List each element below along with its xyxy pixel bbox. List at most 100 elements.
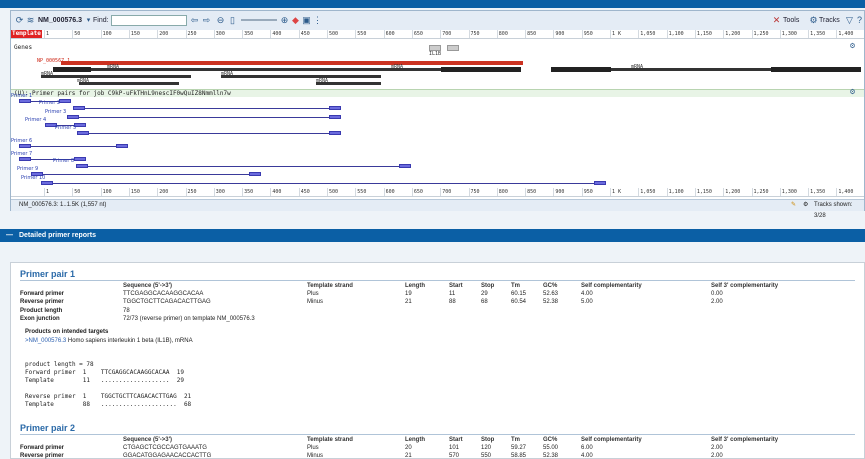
- ruler-label: 1,250: [753, 189, 769, 195]
- pair2-title: Primer pair 2: [20, 423, 76, 433]
- forward-primer-arrow[interactable]: [73, 106, 85, 110]
- ruler-tick: [411, 188, 413, 196]
- primer-label[interactable]: Primer 3: [45, 109, 66, 115]
- ruler-label: 1,200: [725, 189, 741, 195]
- reverse-primer-arrow[interactable]: [594, 181, 606, 185]
- reverse-primer-arrow[interactable]: [249, 172, 261, 176]
- forward-primer-start: 11: [449, 291, 456, 297]
- find-input[interactable]: [111, 15, 187, 26]
- collapse-icon[interactable]: —: [6, 232, 13, 239]
- primer-label[interactable]: Primer 5: [55, 125, 76, 131]
- help-icon[interactable]: ?: [854, 15, 865, 26]
- forward-primer-strand: Plus: [307, 291, 319, 297]
- track-settings-icon[interactable]: ⚙: [847, 41, 858, 52]
- ruler-tick: [638, 188, 640, 196]
- mrna-feature[interactable]: [79, 82, 179, 85]
- ruler-tick: [525, 188, 527, 196]
- reverse-primer-arrow[interactable]: [329, 115, 341, 119]
- ruler-tick: [525, 30, 527, 38]
- track-settings-icon[interactable]: ⚙: [847, 87, 858, 98]
- forward-primer-arrow[interactable]: [19, 144, 31, 148]
- forward-primer-arrow[interactable]: [19, 157, 31, 161]
- forward-primer-arrow[interactable]: [77, 131, 89, 135]
- reverse-primer-length: 21: [405, 453, 412, 459]
- ruler-label: 1: [46, 31, 50, 37]
- primer-report-panel: Primer pair 1 Sequence (5'->3') Template …: [10, 262, 865, 459]
- primer-product-line[interactable]: [31, 174, 261, 175]
- settings-icon[interactable]: ⋮: [312, 15, 323, 26]
- primer-product-line[interactable]: [67, 117, 341, 118]
- primer-label[interactable]: Primer 4: [25, 117, 46, 123]
- ruler-tick: [694, 30, 696, 38]
- reverse-primer-gc: 52.38: [543, 453, 559, 459]
- ruler-label: 300: [215, 31, 225, 37]
- column-header: Template strand: [307, 437, 353, 443]
- zoom-slider-handle-icon[interactable]: ▯: [227, 15, 238, 26]
- fit-icon[interactable]: ▣: [301, 15, 312, 26]
- arrow-right-icon[interactable]: ⇨: [201, 15, 212, 26]
- ruler-tick: [44, 30, 45, 38]
- reverse-primer-length: 21: [405, 299, 412, 305]
- reverse-primer-self3: 2.00: [711, 299, 723, 305]
- primer-label[interactable]: Primer 2: [39, 100, 60, 106]
- reverse-primer-self3: 2.00: [711, 453, 723, 459]
- zoom-slider[interactable]: [241, 19, 277, 21]
- pencil-icon[interactable]: ✎: [791, 200, 796, 211]
- forward-primer-arrow[interactable]: [76, 164, 88, 168]
- reverse-primer-seq: GGACATGGAGAACACCACTTG: [123, 453, 212, 459]
- reverse-primer-arrow[interactable]: [59, 99, 71, 103]
- ruler-label: 1,350: [810, 189, 826, 195]
- ruler-label: 900: [555, 189, 565, 195]
- reverse-primer-strand: Minus: [307, 453, 324, 459]
- forward-primer-gc: 52.63: [543, 291, 559, 297]
- ruler-label: 1,300: [781, 189, 797, 195]
- mrna-label: mRNA: [107, 64, 120, 70]
- ruler-label: 250: [187, 189, 197, 195]
- forward-primer-arrow[interactable]: [41, 181, 53, 185]
- forward-primer-arrow[interactable]: [67, 115, 79, 119]
- reverse-primer-start: 570: [449, 453, 460, 459]
- ruler-tick: [383, 30, 385, 38]
- tracks-menu[interactable]: Tracks: [819, 15, 840, 26]
- refresh-icon[interactable]: ⟳: [14, 15, 25, 26]
- marker-icon[interactable]: ◆: [290, 15, 301, 26]
- ruler-tick: [242, 30, 244, 38]
- tools-icon[interactable]: ✕: [771, 15, 782, 26]
- reverse-primer-arrow[interactable]: [399, 164, 411, 168]
- tracks-shown: Tracks shown: 3/28: [814, 202, 853, 219]
- reverse-primer-arrow[interactable]: [329, 106, 341, 110]
- forward-primer-strand: Plus: [307, 445, 319, 451]
- ruler-label: 600: [385, 31, 395, 37]
- zoom-in-icon[interactable]: ⊕: [279, 15, 290, 26]
- gear-icon[interactable]: ⚙: [803, 200, 808, 211]
- tools-menu[interactable]: Tools: [783, 15, 799, 26]
- primer-product-line[interactable]: [19, 146, 128, 147]
- zoom-out-icon[interactable]: ⊖: [215, 15, 226, 26]
- reverse-primer-arrow[interactable]: [74, 157, 86, 161]
- forward-primer-arrow[interactable]: [19, 99, 31, 103]
- primer-product-line[interactable]: [77, 133, 341, 134]
- product-length-value: 78: [123, 308, 130, 314]
- gene-name: IL1B: [429, 51, 442, 57]
- ruler-tick: [72, 30, 74, 38]
- ruler-tick: [270, 188, 272, 196]
- reverse-primer-arrow[interactable]: [116, 144, 128, 148]
- primer-product-line[interactable]: [41, 183, 606, 184]
- primer-label[interactable]: Primer 8: [53, 158, 74, 164]
- gene-feature[interactable]: [61, 61, 523, 65]
- mrna-feature[interactable]: [41, 75, 191, 78]
- product-link[interactable]: >NM_000576.3: [25, 338, 66, 344]
- alignment-forward-template: Template 11 ................... 29: [25, 377, 184, 384]
- column-header: Stop: [481, 437, 495, 443]
- primer-product-line[interactable]: [73, 108, 341, 109]
- ruler-tick: [213, 188, 215, 196]
- reverse-primer-arrow[interactable]: [329, 131, 341, 135]
- genes-track-label: Genes: [14, 44, 33, 51]
- gear-icon[interactable]: ⚙: [808, 15, 819, 26]
- primer-product-line[interactable]: [76, 166, 411, 167]
- detailed-reports-header[interactable]: — Detailed primer reports: [0, 229, 865, 242]
- forward-primer-seq: TTCGAGGCACAAGGCACAA: [123, 291, 204, 297]
- arrow-left-icon[interactable]: ⇦: [189, 15, 200, 26]
- ruler-label: 500: [329, 31, 339, 37]
- mrna-feature[interactable]: [221, 75, 381, 78]
